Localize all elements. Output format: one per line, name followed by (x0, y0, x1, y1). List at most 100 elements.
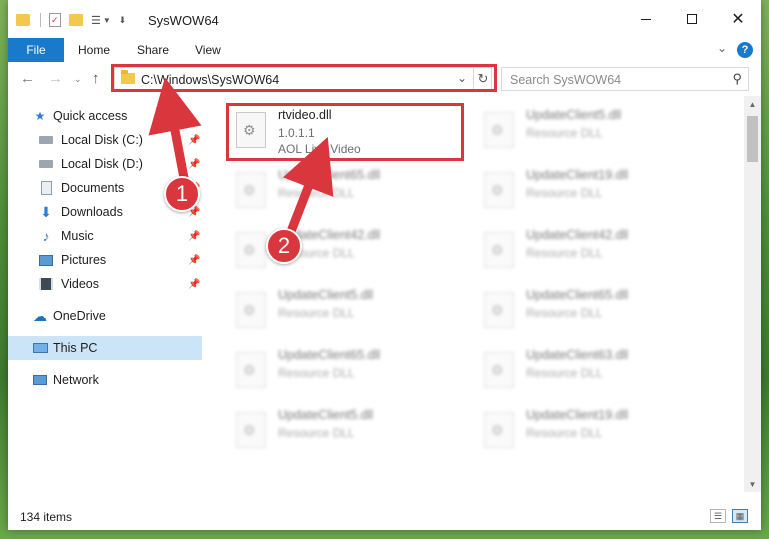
ribbon-tabs: File Home Share View ⌄ ? (8, 38, 761, 63)
cloud-icon: ☁ (33, 307, 47, 324)
list-item[interactable]: UpdateClient65.dll Resource DLL (228, 344, 458, 396)
sidebar-item-label: Local Disk (C:) (61, 133, 143, 147)
large-icons-view-icon[interactable]: ▦ (732, 509, 748, 523)
help-icon[interactable]: ? (737, 42, 753, 58)
list-item[interactable]: UpdateClient65.dll Resource DLL (476, 284, 706, 336)
dll-file-icon (236, 292, 266, 328)
dll-file-icon (484, 352, 514, 388)
properties-icon[interactable]: ✓ (49, 13, 61, 27)
file-name: UpdateClient65.dll (278, 168, 381, 182)
list-item[interactable]: UpdateClient5.dll Resource DLL (228, 284, 458, 336)
minimize-button[interactable] (623, 0, 669, 38)
tab-home[interactable]: Home (78, 38, 110, 62)
computer-icon (32, 340, 48, 356)
title-bar: ✓ ☰ ▼ ⬇ SysWOW64 ✕ (8, 0, 761, 38)
navigation-pane: ★ Quick access Local Disk (C:) 📌 Local D… (8, 96, 204, 492)
documents-icon (38, 180, 54, 196)
sidebar-item-label: Downloads (61, 205, 123, 219)
folder-icon[interactable] (16, 14, 30, 26)
file-name: UpdateClient19.dll (526, 168, 629, 182)
dll-file-icon (236, 172, 266, 208)
file-description: Resource DLL (526, 246, 603, 260)
download-icon: ⬇ (40, 203, 52, 220)
file-description: Resource DLL (526, 366, 603, 380)
expand-ribbon-icon[interactable]: ⌄ (717, 41, 727, 55)
file-description: Resource DLL (526, 186, 603, 200)
list-item[interactable]: UpdateClient5.dll Resource DLL (228, 404, 458, 456)
dll-file-icon (484, 112, 514, 148)
pin-icon[interactable]: 📌 (188, 255, 200, 266)
close-button[interactable]: ✕ (715, 0, 761, 38)
pin-icon[interactable]: 📌 (188, 135, 200, 146)
scroll-up-icon[interactable]: ▲ (744, 96, 761, 112)
sidebar-item-label: Network (53, 373, 99, 387)
forward-arrow-icon[interactable]: → (48, 70, 63, 87)
list-item[interactable]: UpdateClient5.dll Resource DLL (476, 104, 706, 156)
tab-share[interactable]: Share (137, 38, 169, 62)
pin-icon[interactable]: 📌 (188, 279, 200, 290)
dll-file-icon (236, 232, 266, 268)
step-badge-2: 2 (266, 228, 302, 264)
sidebar-item-quick-access[interactable]: ★ Quick access (8, 104, 202, 128)
search-input[interactable]: Search SysWOW64 ⚲ (501, 67, 749, 91)
file-name: UpdateClient19.dll (526, 408, 629, 422)
pin-icon[interactable]: 📌 (188, 159, 200, 170)
file-name: UpdateClient5.dll (278, 288, 374, 302)
sidebar-item-local-disk-d[interactable]: Local Disk (D:) 📌 (8, 152, 202, 176)
dll-file-icon (236, 412, 266, 448)
dll-file-icon (484, 412, 514, 448)
details-view-icon[interactable]: ☰ (710, 509, 726, 523)
maximize-button[interactable] (669, 0, 715, 38)
list-item[interactable]: UpdateClient19.dll Resource DLL (476, 164, 706, 216)
file-description: Resource DLL (526, 426, 603, 440)
sidebar-item-label: This PC (53, 341, 98, 355)
file-description: Resource DLL (526, 126, 603, 140)
sidebar-item-this-pc[interactable]: This PC (8, 336, 202, 360)
sidebar-item-videos[interactable]: Videos 📌 (8, 272, 202, 296)
dll-file-icon (484, 232, 514, 268)
pin-icon[interactable]: 📌 (188, 231, 200, 242)
pictures-icon (38, 252, 54, 268)
file-description: Resource DLL (278, 366, 355, 380)
dll-file-icon (484, 172, 514, 208)
recent-locations-icon[interactable]: ⌄ (74, 74, 82, 85)
chevron-down-icon[interactable]: ▼ (103, 16, 111, 25)
dll-file-icon (236, 352, 266, 388)
list-item[interactable]: UpdateClient65.dll Resource DLL (228, 164, 458, 216)
customize-toolbar-icon[interactable]: ☰ (91, 14, 101, 27)
search-placeholder: Search SysWOW64 (510, 73, 622, 87)
tab-view[interactable]: View (195, 38, 221, 62)
sidebar-item-label: Quick access (53, 109, 128, 123)
sidebar-item-label: Pictures (61, 253, 107, 267)
file-highlight (226, 103, 464, 161)
scrollbar-thumb[interactable] (747, 116, 758, 162)
tab-file[interactable]: File (8, 38, 64, 62)
address-highlight (111, 64, 497, 92)
new-folder-icon[interactable] (69, 14, 83, 26)
sidebar-item-label: Local Disk (D:) (61, 157, 143, 171)
sidebar-item-local-disk-c[interactable]: Local Disk (C:) 📌 (8, 128, 202, 152)
explorer-window: ✓ ☰ ▼ ⬇ SysWOW64 ✕ File Home Share View … (8, 0, 761, 530)
vertical-scrollbar[interactable]: ▲ ▼ (744, 96, 761, 492)
back-arrow-icon[interactable]: ← (20, 70, 35, 87)
up-arrow-icon[interactable]: ↑ (92, 70, 100, 87)
videos-icon (38, 276, 54, 292)
list-item[interactable]: UpdateClient42.dll Resource DLL (228, 224, 458, 276)
drive-icon (38, 156, 54, 172)
sidebar-item-music[interactable]: ♪ Music 📌 (8, 224, 202, 248)
pin-toolbar-icon[interactable]: ⬇ (119, 15, 127, 26)
list-item[interactable]: UpdateClient19.dll Resource DLL (476, 404, 706, 456)
scroll-down-icon[interactable]: ▼ (744, 476, 761, 492)
file-name: UpdateClient65.dll (526, 288, 629, 302)
minimize-icon (641, 18, 651, 20)
file-name: UpdateClient5.dll (526, 108, 622, 122)
list-item[interactable]: UpdateClient63.dll Resource DLL (476, 344, 706, 396)
file-name: UpdateClient63.dll (526, 348, 629, 362)
list-item[interactable]: UpdateClient42.dll Resource DLL (476, 224, 706, 276)
sidebar-item-onedrive[interactable]: ☁ OneDrive (8, 304, 202, 328)
sidebar-item-pictures[interactable]: Pictures 📌 (8, 248, 202, 272)
close-icon: ✕ (731, 11, 745, 28)
search-icon[interactable]: ⚲ (732, 71, 742, 87)
sidebar-item-label: Music (61, 229, 94, 243)
sidebar-item-network[interactable]: Network (8, 368, 202, 392)
